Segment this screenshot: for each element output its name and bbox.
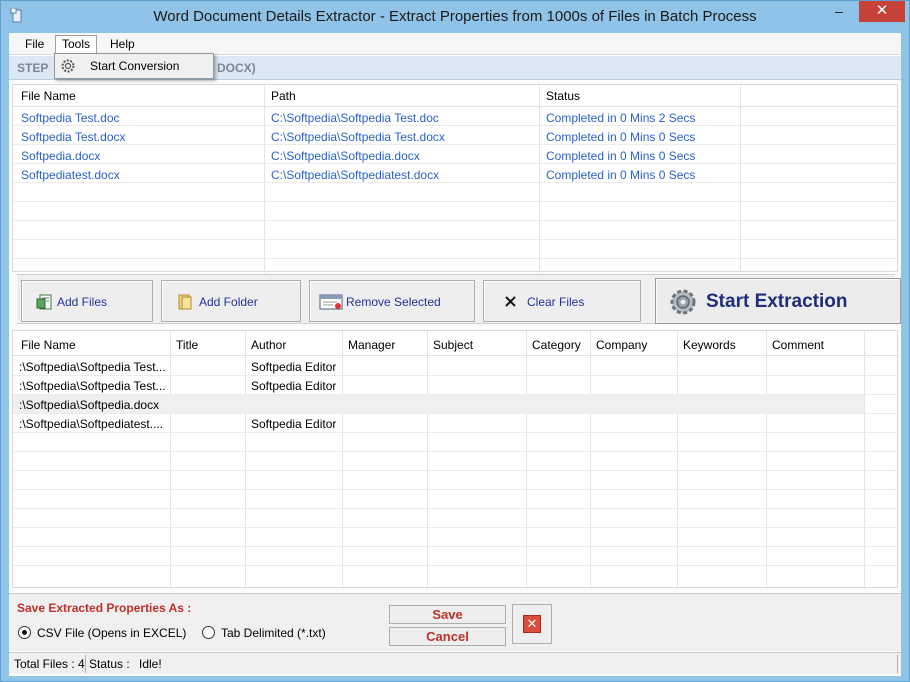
status-separator (897, 655, 898, 673)
minimize-button[interactable]: – (825, 1, 853, 23)
col-header-title[interactable]: Title (170, 338, 198, 352)
close-panel-button[interactable]: ✕ (512, 604, 552, 644)
save-panel: Save Extracted Properties As : CSV File … (9, 593, 901, 651)
col-header-manager[interactable]: Manager (342, 338, 395, 352)
step-suffix: DOCX) (217, 61, 256, 75)
menu-bar: File Tools Help (9, 33, 901, 55)
add-files-icon (36, 294, 52, 310)
status-cell: Completed in 0 Mins 0 Secs (546, 130, 696, 144)
folder-icon (178, 294, 192, 310)
prop-file-name-cell[interactable]: :\Softpedia\Softpedia Test... (13, 360, 170, 374)
save-button[interactable]: Save (389, 605, 506, 624)
total-files-count: Total Files : 4 (14, 657, 85, 671)
prop-author-cell: Softpedia Editor (251, 417, 337, 431)
col-header-category[interactable]: Category (526, 338, 581, 352)
path-cell: C:\Softpedia\Softpedia.docx (271, 149, 420, 163)
status-separator (85, 655, 86, 673)
status-cell: Completed in 0 Mins 2 Secs (546, 111, 696, 125)
col-header-file-name[interactable]: File Name (15, 89, 76, 103)
col-header-status[interactable]: Status (540, 89, 580, 103)
prop-file-name-cell[interactable]: :\Softpedia\Softpediatest.... (13, 417, 170, 431)
col-header-path[interactable]: Path (265, 89, 296, 103)
remove-selected-label: Remove Selected (346, 295, 441, 309)
path-cell: C:\Softpedia\Softpedia Test.doc (271, 111, 439, 125)
properties-table[interactable]: File Name Title Author Manager Subject C… (12, 330, 899, 589)
clear-files-button[interactable]: Clear Files (483, 280, 641, 322)
files-table[interactable]: File Name Path Status Softpedia Test.doc… (12, 84, 899, 273)
clear-files-label: Clear Files (527, 295, 585, 309)
start-extraction-label: Start Extraction (706, 291, 848, 312)
app-window: Word Document Details Extractor - Extrac… (0, 0, 910, 682)
close-button[interactable]: ✕ (859, 1, 905, 22)
add-files-button[interactable]: Add Files (21, 280, 153, 322)
prop-file-name-cell[interactable]: :\Softpedia\Softpedia.docx (13, 398, 213, 412)
status-cell: Completed in 0 Mins 0 Secs (546, 168, 696, 182)
status-label: Status : (89, 657, 130, 671)
file-name-cell[interactable]: Softpedia Test.doc (15, 111, 120, 125)
title-bar[interactable]: Word Document Details Extractor - Extrac… (1, 1, 909, 33)
col-header-company[interactable]: Company (590, 338, 647, 352)
csv-radio-label[interactable]: CSV File (Opens in EXCEL) (37, 626, 186, 640)
file-name-cell[interactable]: Softpedia.docx (15, 149, 100, 163)
action-toolbar: Add Files Add Folder Remove Selected Cle… (17, 274, 901, 324)
path-cell: C:\Softpedia\Softpedia Test.docx (271, 130, 445, 144)
path-cell: C:\Softpedia\Softpediatest.docx (271, 168, 440, 182)
status-bar: Total Files : 4 Status : Idle! (9, 652, 901, 674)
col-header-author[interactable]: Author (245, 338, 286, 352)
clear-x-icon (505, 296, 516, 307)
step-label: STEP (17, 61, 49, 75)
col-header-keywords[interactable]: Keywords (677, 338, 736, 352)
save-heading: Save Extracted Properties As : (17, 601, 192, 615)
prop-author-cell: Softpedia Editor (251, 360, 337, 374)
status-value: Idle! (139, 657, 162, 671)
remove-selected-button[interactable]: Remove Selected (309, 280, 475, 322)
file-name-cell[interactable]: Softpediatest.docx (15, 168, 120, 182)
start-conversion-item[interactable]: Start Conversion (90, 59, 179, 73)
client-area: File Tools Help STEP DOCX) Start Convers… (9, 33, 901, 676)
window-title: Word Document Details Extractor - Extrac… (153, 8, 757, 25)
prop-author-cell: Softpedia Editor (251, 379, 337, 393)
cancel-button[interactable]: Cancel (389, 627, 506, 646)
status-cell: Completed in 0 Mins 0 Secs (546, 149, 696, 163)
gear-icon (61, 59, 75, 73)
menu-help[interactable]: Help (104, 36, 141, 53)
file-name-cell[interactable]: Softpedia Test.docx (15, 130, 126, 144)
col-header-file-name[interactable]: File Name (15, 338, 76, 352)
add-folder-label: Add Folder (199, 295, 258, 309)
csv-radio[interactable] (18, 626, 31, 639)
tab-delimited-radio-label[interactable]: Tab Delimited (*.txt) (221, 626, 326, 640)
add-folder-button[interactable]: Add Folder (161, 280, 301, 322)
start-extraction-button[interactable]: Start Extraction (655, 278, 901, 324)
tools-dropdown: Start Conversion (54, 53, 214, 79)
close-icon: ✕ (523, 615, 541, 633)
prop-file-name-cell[interactable]: :\Softpedia\Softpedia Test... (13, 379, 170, 393)
add-files-label: Add Files (57, 295, 108, 309)
menu-tools[interactable]: Tools (55, 35, 98, 55)
col-header-subject[interactable]: Subject (427, 338, 473, 352)
gear-icon (670, 289, 696, 315)
menu-file[interactable]: File (19, 36, 50, 53)
tab-delimited-radio[interactable] (202, 626, 215, 639)
remove-selected-icon (319, 294, 343, 310)
col-header-comment[interactable]: Comment (766, 338, 824, 352)
